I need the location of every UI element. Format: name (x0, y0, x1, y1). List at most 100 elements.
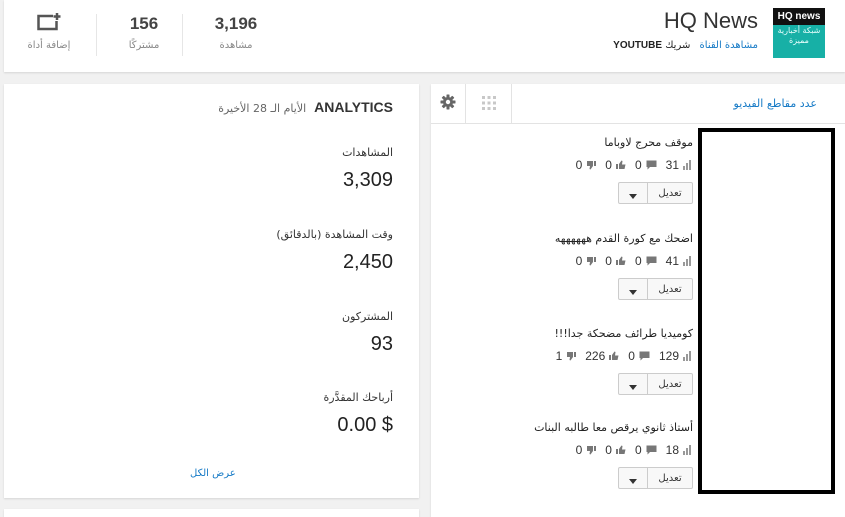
drag-handle[interactable] (466, 84, 512, 124)
view-channel-link[interactable]: مشاهدة القناة (700, 40, 758, 51)
metric-watch-time: وقت المشاهدة (بالدقائق) 2,450 (276, 228, 393, 274)
metric-value: 93 (370, 333, 393, 355)
videos-title[interactable]: عدد مقاطع الفيديو (734, 97, 817, 110)
bar-chart-icon (683, 351, 691, 361)
bar-chart-icon (683, 160, 691, 170)
videos-header: عدد مقاطع الفيديو (431, 84, 845, 124)
video-stats: 0 0 0 18 (567, 443, 693, 457)
thumbs-down-icon (587, 446, 597, 455)
comments-stat: 0 (635, 443, 657, 457)
settings-button[interactable] (431, 84, 466, 124)
channel-header: HQ news شبكة أخبارية مميزة HQ News مشاهد… (4, 0, 845, 72)
thumbnail-placeholder (698, 128, 835, 494)
thumbs-up-icon (615, 445, 626, 454)
video-stats: 0 0 0 31 (567, 158, 693, 172)
comment-icon (646, 445, 657, 455)
video-title[interactable]: أستاذ ثانوي يرقص معا طالبه البنات (534, 421, 693, 434)
views-stat: 18 (666, 443, 693, 457)
metric-label: أرباحك المقدَّرة (323, 391, 393, 404)
edit-button[interactable]: تعديل (648, 373, 693, 395)
dislikes-count: 0 (575, 158, 583, 172)
edit-button[interactable]: تعديل (648, 278, 693, 300)
dislikes-stat: 0 (576, 443, 597, 457)
views-stat: 31 (666, 158, 693, 172)
edit-button-group: تعديل (618, 182, 693, 204)
comments-stat: 0 (635, 158, 657, 172)
next-card (4, 509, 419, 517)
thumbs-up-icon (615, 160, 626, 169)
likes-stat: 0 (605, 443, 626, 457)
comments-count: 0 (634, 443, 642, 457)
views-stat[interactable]: 3,196 مشاهدة (194, 14, 278, 51)
partner-label: شريك (665, 40, 691, 51)
views-count: 3,196 (214, 14, 258, 33)
views-count: 31 (665, 158, 679, 172)
metric-earnings: أرباحك المقدَّرة 0.00 $ (323, 391, 393, 437)
caret-down-icon (629, 280, 637, 299)
comments-stat: 0 (635, 254, 657, 268)
logo-text-bottom: شبكة أخبارية مميزة (777, 26, 821, 45)
video-stats: 1 226 0 129 (547, 349, 693, 363)
edit-dropdown-button[interactable] (618, 182, 648, 204)
likes-count: 226 (585, 349, 606, 363)
subscribers-count: 156 (129, 14, 159, 33)
see-all-link[interactable]: عرض الكل (190, 468, 236, 479)
add-widget-button[interactable]: إضافة أداة (10, 12, 88, 51)
likes-stat: 226 (585, 349, 619, 363)
views-count: 41 (665, 254, 679, 268)
likes-stat: 0 (605, 254, 626, 268)
comments-count: 0 (628, 349, 635, 363)
video-title[interactable]: موقف محرج لاوباما (604, 136, 693, 149)
edit-dropdown-button[interactable] (618, 278, 648, 300)
logo-text-top: HQ news (773, 8, 825, 25)
dislikes-stat: 1 (556, 349, 577, 363)
analytics-card: ANALYTICS الأيام الـ 28 الأخيرة المشاهدات… (4, 84, 419, 498)
edit-dropdown-button[interactable] (618, 373, 648, 395)
grid-dots-icon (481, 95, 496, 114)
subscribers-stat[interactable]: 156 مشتركًا (100, 14, 188, 51)
comments-count: 0 (634, 158, 642, 172)
thumbs-up-icon (609, 351, 619, 360)
edit-button[interactable]: تعديل (648, 182, 693, 204)
views-label: مشاهدة (219, 40, 253, 51)
dislikes-count: 1 (555, 349, 563, 363)
metric-value: 3,309 (342, 169, 393, 191)
thumbs-down-icon (567, 352, 577, 361)
video-title[interactable]: اضحك مع كورة القدم ههههههه (555, 232, 693, 245)
views-stat: 41 (666, 254, 693, 268)
comments-stat: 0 (628, 349, 650, 363)
caret-down-icon (629, 469, 637, 488)
views-count: 18 (665, 443, 679, 457)
dislikes-count: 0 (575, 443, 583, 457)
divider (96, 14, 97, 56)
edit-button[interactable]: تعديل (648, 467, 693, 489)
metric-label: المشتركون (342, 310, 393, 323)
metric-views: المشاهدات 3,309 (342, 146, 393, 192)
caret-down-icon (629, 184, 637, 203)
likes-count: 0 (605, 254, 612, 268)
metric-subscribers: المشتركون 93 (342, 310, 393, 356)
comments-count: 0 (634, 254, 642, 268)
metric-value: 2,450 (342, 251, 393, 273)
edit-button-group: تعديل (618, 373, 693, 395)
videos-card: عدد مقاطع الفيديو موقف محرج لاوباما 0 0 … (431, 84, 845, 517)
metric-label: المشاهدات (342, 146, 393, 159)
analytics-header: ANALYTICS الأيام الـ 28 الأخيرة (218, 97, 393, 116)
channel-meta: مشاهدة القناة شريك YOUTUBE (613, 40, 758, 51)
video-title[interactable]: كوميديا طرائف مضحكة جدا!!! (555, 327, 694, 340)
comment-icon (639, 351, 650, 361)
subscribers-label: مشتركًا (128, 40, 160, 51)
channel-logo[interactable]: HQ news شبكة أخبارية مميزة (773, 8, 825, 58)
thumbs-down-icon (587, 257, 597, 266)
likes-count: 0 (605, 443, 612, 457)
views-stat: 129 (659, 349, 693, 363)
gear-icon (440, 94, 456, 114)
views-count: 129 (658, 349, 679, 363)
bar-chart-icon (683, 256, 691, 266)
edit-dropdown-button[interactable] (618, 467, 648, 489)
likes-count: 0 (605, 158, 612, 172)
channel-name[interactable]: HQ News (664, 8, 758, 34)
thumbs-up-icon (615, 256, 626, 265)
analytics-title: ANALYTICS (314, 99, 393, 115)
video-stats: 0 0 0 41 (567, 254, 693, 268)
